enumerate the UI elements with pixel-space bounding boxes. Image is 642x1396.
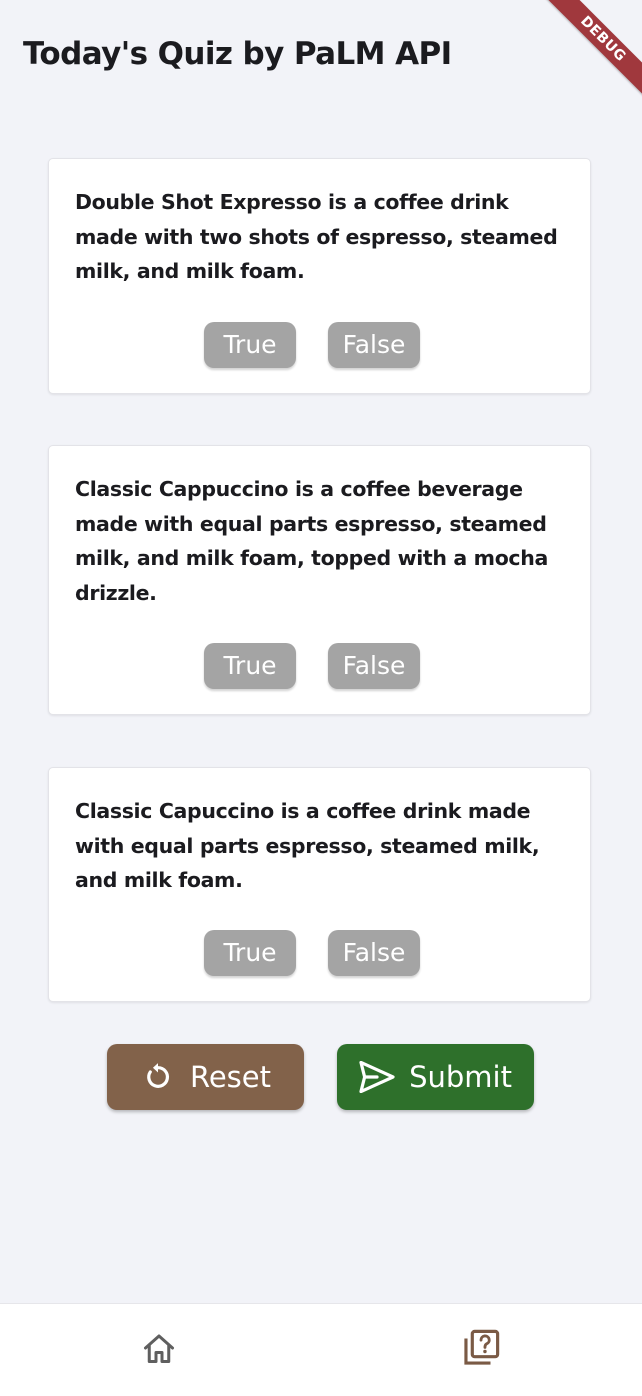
reset-button[interactable]: Reset: [107, 1044, 304, 1110]
nav-home[interactable]: [139, 1330, 179, 1370]
false-button[interactable]: False: [328, 930, 420, 976]
debug-banner-label: DEBUG: [535, 0, 642, 107]
quiz-icon: [462, 1329, 500, 1371]
nav-quiz[interactable]: [461, 1329, 501, 1371]
false-button[interactable]: False: [328, 643, 420, 689]
true-button[interactable]: True: [204, 322, 296, 368]
refresh-icon: [140, 1059, 176, 1095]
bottom-nav: [0, 1303, 642, 1396]
page-title: Today's Quiz by PaLM API: [23, 36, 452, 72]
question-text: Classic Capuccino is a coffee drink made…: [75, 799, 540, 892]
send-icon: [359, 1059, 395, 1095]
reset-label: Reset: [189, 1060, 271, 1094]
true-button[interactable]: True: [204, 930, 296, 976]
false-button[interactable]: False: [328, 322, 420, 368]
submit-button[interactable]: Submit: [337, 1044, 534, 1110]
question-text: Double Shot Expresso is a coffee drink m…: [75, 190, 558, 283]
question-text: Classic Cappuccino is a coffee beverage …: [75, 477, 548, 605]
true-button[interactable]: True: [204, 643, 296, 689]
question-card: Double Shot Expresso is a coffee drink m…: [48, 158, 591, 394]
submit-label: Submit: [409, 1060, 512, 1094]
home-icon: [141, 1331, 177, 1369]
question-card: Classic Capuccino is a coffee drink made…: [48, 767, 591, 1002]
question-card: Classic Cappuccino is a coffee beverage …: [48, 445, 591, 715]
debug-banner: DEBUG: [522, 0, 642, 120]
